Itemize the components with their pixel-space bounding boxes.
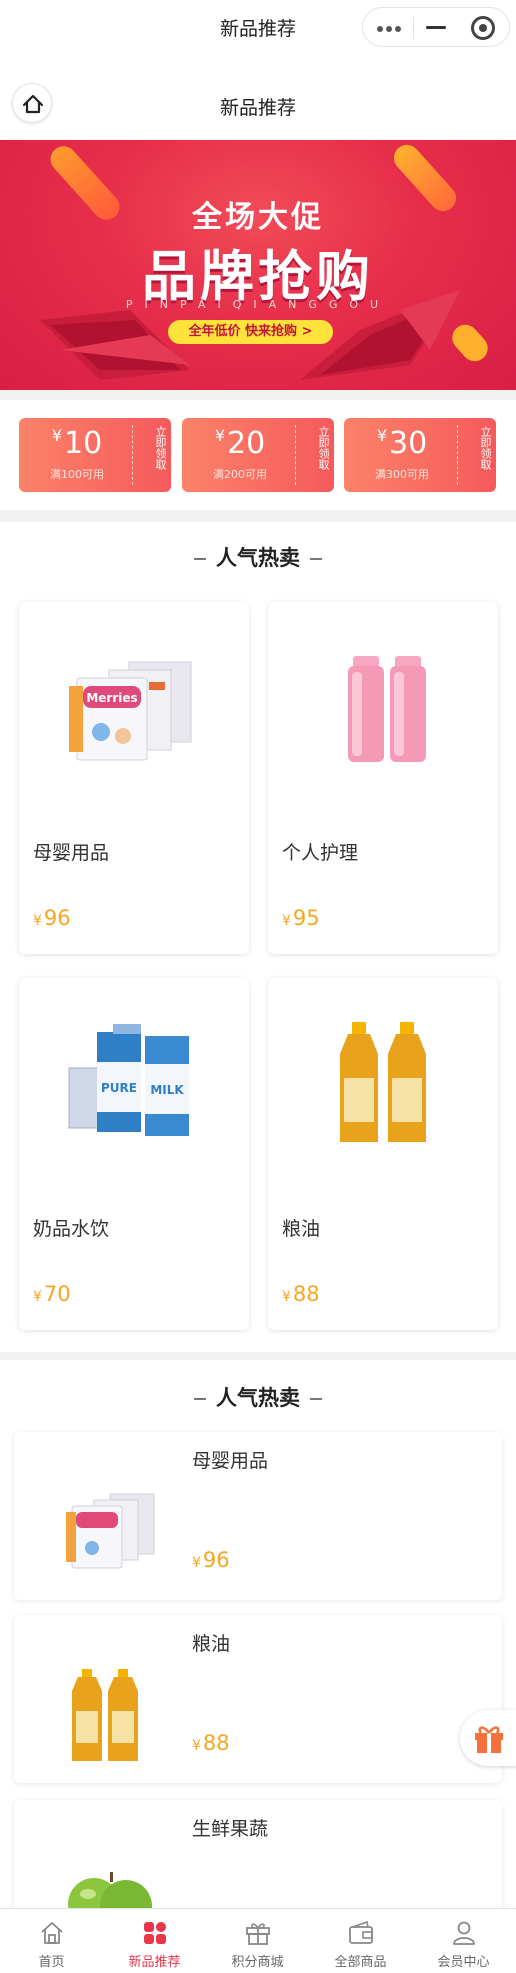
diaper-pack-image — [66, 1493, 155, 1569]
coupon-divider — [295, 425, 296, 485]
oil-bottles-image — [340, 1022, 426, 1142]
coupon-strip: ¥10 满100可用 立即领取 ¥20 满200可用 立即领取 ¥30 满300… — [0, 400, 516, 510]
oil-bottles-image — [72, 1669, 138, 1761]
banner-headline: 全场大促 — [192, 200, 324, 235]
coupon-claim-button[interactable]: 立即领取 — [304, 426, 330, 470]
gift-icon — [246, 1923, 270, 1945]
promo-banner[interactable]: 全场大促 品牌抢购 PINPAIQIANGGOU 全年低价 快来抢购 > — [0, 140, 516, 390]
pink-bottles-image — [348, 656, 426, 762]
currency-symbol: ¥ — [33, 1289, 42, 1305]
coupon-claim-button[interactable]: 立即领取 — [466, 426, 492, 470]
price-value: 96 — [202, 1548, 230, 1572]
currency-symbol: ¥ — [192, 1738, 201, 1754]
product-name: 粮油 — [192, 1633, 231, 1655]
more-icon[interactable] — [377, 26, 401, 32]
tab-label: 全部商品 — [334, 1955, 387, 1970]
coupon-10[interactable]: ¥10 满100可用 立即领取 — [19, 418, 171, 492]
product-card[interactable]: PURE MILK 奶品水饮 ¥70 — [19, 978, 249, 1330]
hot-sale-list-section: 人气热卖 母婴用品 ¥96 粮油 ¥88 生鲜果蔬 — [0, 1360, 516, 1968]
coupon-divider — [457, 425, 458, 485]
coupon-30[interactable]: ¥30 满300可用 立即领取 — [344, 418, 496, 492]
home-icon — [41, 1922, 63, 1944]
product-card[interactable]: 个人护理 ¥95 — [268, 602, 498, 954]
product-price: ¥70 — [33, 1282, 71, 1306]
coupon-currency: ¥ — [376, 426, 387, 445]
list-item[interactable]: 母婴用品 ¥96 — [14, 1432, 502, 1600]
window-titlebar: 新品推荐 — [0, 0, 516, 55]
currency-symbol: ¥ — [192, 1555, 201, 1571]
floating-gift-button[interactable] — [460, 1710, 516, 1766]
tab-label: 会员中心 — [437, 1955, 490, 1970]
minimize-icon[interactable] — [426, 26, 446, 29]
coupon-amount: 20 — [227, 426, 266, 461]
grid-icon — [144, 1922, 166, 1944]
section-title: 人气热卖 — [0, 1382, 516, 1412]
coupon-divider — [132, 425, 133, 485]
price-value: 88 — [202, 1731, 230, 1755]
currency-symbol: ¥ — [282, 1289, 291, 1305]
milk-cartons-image: PURE MILK — [68, 1024, 189, 1136]
product-name: 生鲜果蔬 — [192, 1818, 269, 1840]
navigation-bar: 新品推荐 — [0, 55, 516, 140]
tab-home[interactable]: 首页 — [0, 1909, 103, 1973]
price-value: 95 — [292, 906, 320, 930]
user-icon — [453, 1921, 475, 1945]
diaper-pack-image: Merries — [69, 661, 192, 761]
tab-label: 积分商城 — [231, 1955, 284, 1970]
product-card[interactable]: 粮油 ¥88 — [268, 978, 498, 1330]
coupon-currency: ¥ — [51, 426, 62, 445]
wallet-icon — [349, 1920, 373, 1944]
tab-all-products[interactable]: 全部商品 — [309, 1909, 412, 1973]
coupon-20[interactable]: ¥20 满200可用 立即领取 — [182, 418, 334, 492]
product-name: 奶品水饮 — [33, 1218, 110, 1240]
bottom-tab-bar: 首页 新品推荐 积分商城 全部商品 会员中心 — [0, 1908, 516, 1973]
section-title: 人气热卖 — [0, 542, 516, 572]
price-value: 70 — [43, 1282, 71, 1306]
mini-program-capsule — [362, 7, 510, 47]
banner-pinyin: PINPAIQIANGGOU — [125, 298, 391, 311]
svg-text:Merries: Merries — [86, 691, 137, 705]
price-value: 96 — [43, 906, 71, 930]
coupon-currency: ¥ — [214, 426, 225, 445]
coupon-amount: 10 — [64, 426, 103, 461]
product-price: ¥88 — [282, 1282, 320, 1306]
tab-points-mall[interactable]: 积分商城 — [206, 1909, 309, 1973]
coupon-condition: 满100可用 — [50, 468, 104, 481]
product-price: ¥96 — [33, 906, 71, 930]
hot-sale-grid-section: 人气热卖 Merries 母婴用品 ¥96 个人护理 ¥95 PURE MILK… — [0, 522, 516, 1352]
tab-label: 首页 — [38, 1955, 65, 1970]
coupon-amount: 30 — [389, 426, 428, 461]
capsule-divider — [413, 17, 414, 39]
product-name: 粮油 — [282, 1218, 321, 1240]
page-title: 新品推荐 — [219, 97, 296, 119]
coupon-condition: 满200可用 — [213, 468, 267, 481]
product-price: ¥96 — [192, 1548, 230, 1572]
close-target-icon[interactable] — [471, 16, 495, 40]
price-value: 88 — [292, 1282, 320, 1306]
list-item[interactable]: 粮油 ¥88 — [14, 1615, 502, 1783]
product-price: ¥95 — [282, 906, 320, 930]
product-price: ¥88 — [192, 1731, 230, 1755]
currency-symbol: ¥ — [33, 913, 42, 929]
product-name: 母婴用品 — [33, 842, 110, 864]
product-name: 个人护理 — [282, 842, 359, 864]
tab-member-center[interactable]: 会员中心 — [412, 1909, 515, 1973]
gift-icon — [475, 1726, 503, 1753]
currency-symbol: ¥ — [282, 913, 291, 929]
svg-text:PURE: PURE — [101, 1081, 137, 1095]
tab-label: 新品推荐 — [128, 1955, 181, 1970]
banner-cta-pill[interactable]: 全年低价 快来抢购 > — [168, 320, 333, 344]
coupon-claim-button[interactable]: 立即领取 — [141, 426, 167, 470]
tab-new-arrivals[interactable]: 新品推荐 — [103, 1909, 206, 1973]
svg-text:MILK: MILK — [150, 1083, 184, 1097]
coupon-condition: 满300可用 — [375, 468, 429, 481]
product-name: 母婴用品 — [192, 1450, 269, 1472]
product-card[interactable]: Merries 母婴用品 ¥96 — [19, 602, 249, 954]
